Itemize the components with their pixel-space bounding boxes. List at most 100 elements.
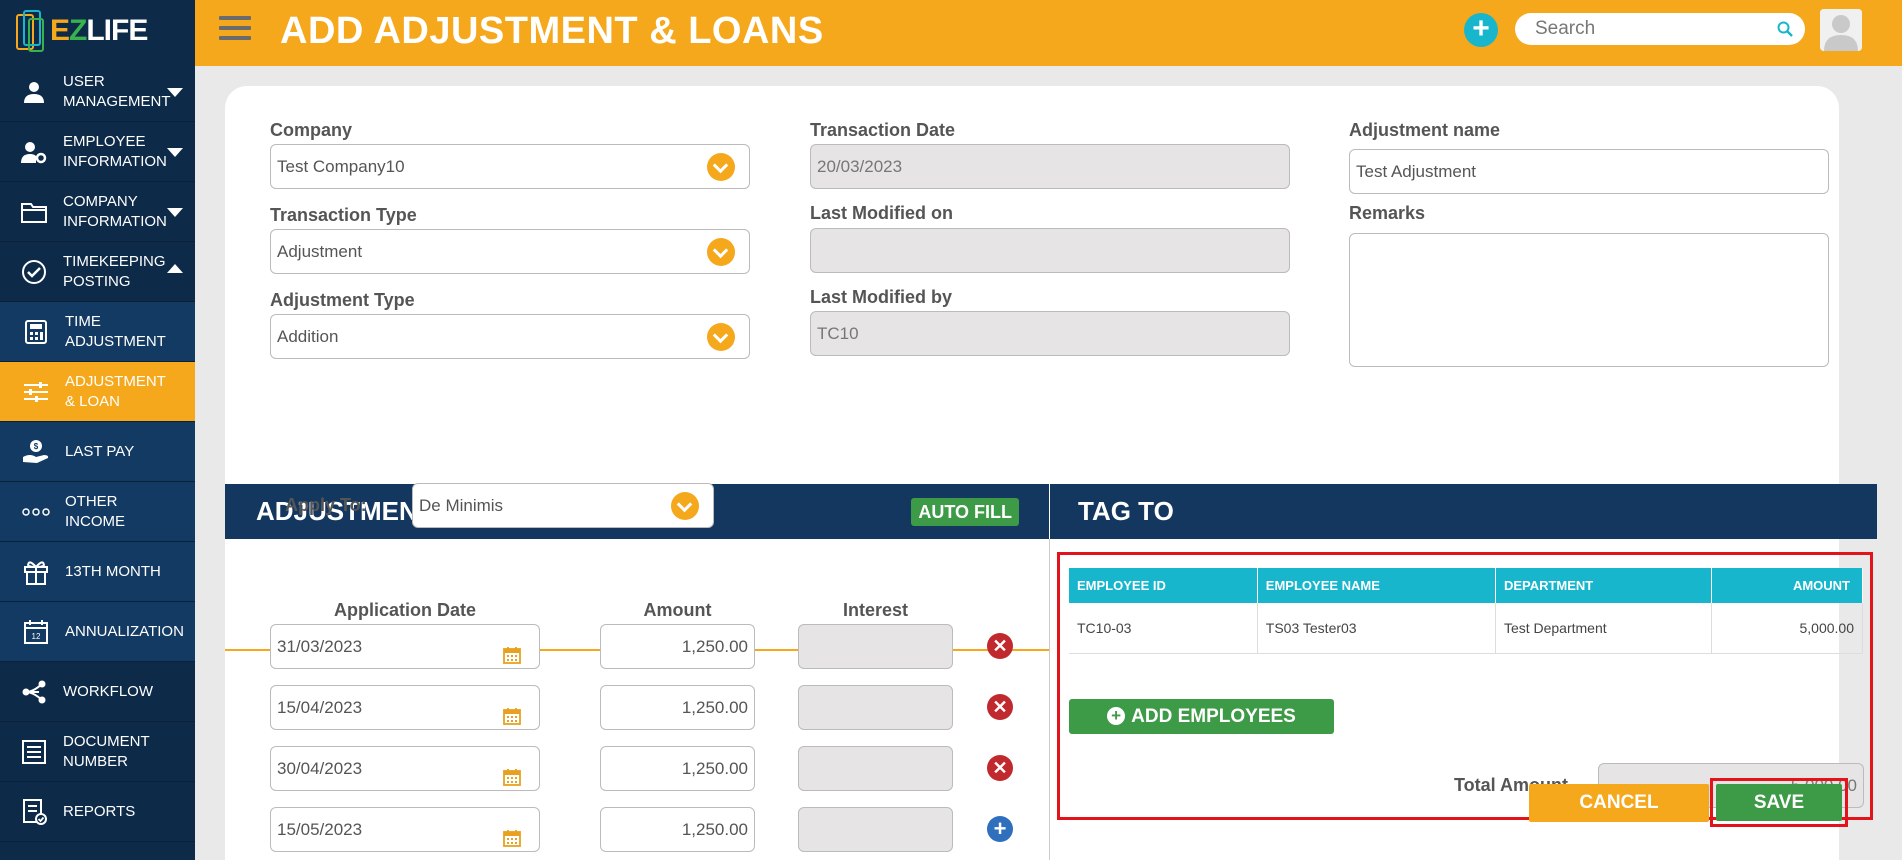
sidebar-item-workflow[interactable]: WORKFLOW xyxy=(0,662,195,722)
application-date-input[interactable]: 15/04/2023 xyxy=(270,685,540,730)
app-logo[interactable]: EZLIFE xyxy=(0,0,195,62)
sidebar-item-label: REPORTS xyxy=(63,802,136,820)
interest-header: Interest xyxy=(842,600,909,620)
employee-table: EMPLOYEE ID EMPLOYEE NAME DEPARTMENT AMOUNT… xyxy=(1069,568,1863,654)
adjustment-type-label: Adjustment Type xyxy=(270,290,415,310)
table-row[interactable]: TC10-03 TS03 Tester03 Test Department 5,000… xyxy=(1069,603,1863,654)
sidebar-item-label: LAST PAY xyxy=(65,442,135,460)
sidebar-item-label: ANNUALIZATION xyxy=(65,622,184,640)
sidebar-item-13th-month[interactable]: 13TH MONTH xyxy=(0,542,195,602)
save-button[interactable]: SAVE xyxy=(1716,784,1842,821)
sidebar-item-document-number[interactable]: DOCUMENT NUMBER xyxy=(0,722,195,782)
column-header[interactable]: AMOUNT xyxy=(1711,568,1863,603)
chevron-down-icon[interactable] xyxy=(707,238,735,266)
sidebar-item-email[interactable]: EMAIL xyxy=(0,842,195,860)
add-row-icon[interactable]: + xyxy=(987,816,1013,842)
company-select[interactable]: Test Company10 xyxy=(270,144,750,189)
logo-text: EZLIFE xyxy=(50,14,148,47)
amount-input[interactable]: 1,250.00 xyxy=(600,807,755,852)
adjustment-type-select[interactable]: Addition xyxy=(270,314,750,359)
transaction-type-select[interactable]: Adjustment xyxy=(270,229,750,274)
column-header[interactable]: EMPLOYEE NAME xyxy=(1257,568,1496,603)
sidebar-item-annualization[interactable]: 12 ANNUALIZATION xyxy=(0,602,195,662)
remove-row-icon[interactable]: ✕ xyxy=(987,633,1013,659)
sidebar-item-user-management[interactable]: USER MANAGEMENT xyxy=(0,62,195,122)
avatar-icon xyxy=(1820,9,1862,51)
calendar-icon[interactable] xyxy=(503,759,521,786)
top-header: ADD ADJUSTMENT & LOANS + xyxy=(195,0,1902,66)
cancel-button[interactable]: CANCEL xyxy=(1529,784,1709,822)
application-date-input[interactable]: 31/03/2023 xyxy=(270,624,540,669)
share-icon xyxy=(20,678,48,706)
application-date-input[interactable]: 15/05/2023 xyxy=(270,807,540,852)
last-modified-by-field: TC10 xyxy=(810,311,1290,356)
remarks-label: Remarks xyxy=(1349,203,1426,223)
remove-row-icon[interactable]: ✕ xyxy=(987,755,1013,781)
amount-input[interactable]: 1,250.00 xyxy=(600,685,755,730)
interest-input xyxy=(798,624,953,669)
table-cell: Test Department xyxy=(1495,603,1713,654)
sidebar-item-company-information[interactable]: COMPANY INFORMATION xyxy=(0,182,195,242)
table-cell: 5,000.00 xyxy=(1711,603,1863,654)
caret-down-icon[interactable] xyxy=(167,208,183,217)
calendar-icon[interactable] xyxy=(503,820,521,847)
auto-fill-button[interactable]: AUTO FILL xyxy=(911,498,1019,526)
interest-input xyxy=(798,746,953,791)
sidebar-item-employee-information[interactable]: EMPLOYEE INFORMATION xyxy=(0,122,195,182)
calendar-icon[interactable] xyxy=(503,637,521,664)
sidebar-item-adjustment-loan[interactable]: ADJUSTMENT & LOAN xyxy=(0,362,195,422)
sidebar-item-last-pay[interactable]: $ LAST PAY xyxy=(0,422,195,482)
folder-icon xyxy=(20,198,48,226)
column-header[interactable]: DEPARTMENT xyxy=(1495,568,1713,603)
remarks-textarea[interactable] xyxy=(1349,233,1829,367)
remove-row-icon[interactable]: ✕ xyxy=(987,694,1013,720)
last-modified-on-field xyxy=(810,228,1290,273)
interest-input xyxy=(798,807,953,852)
sidebar-item-reports[interactable]: REPORTS xyxy=(0,782,195,842)
calendar-icon: 12 xyxy=(22,618,50,646)
search-input[interactable] xyxy=(1515,13,1755,45)
company-label: Company xyxy=(270,120,353,140)
amount-input[interactable]: 1,250.00 xyxy=(600,746,755,791)
list-icon xyxy=(20,738,48,766)
table-cell: TS03 Tester03 xyxy=(1257,603,1496,654)
last-modified-on-label: Last Modified on xyxy=(810,203,953,223)
apply-to-label: Apply To: xyxy=(285,495,367,515)
table-cell: TC10-03 xyxy=(1069,603,1258,654)
caret-down-icon[interactable] xyxy=(167,148,183,157)
application-date-header: Application Date xyxy=(333,600,476,620)
add-employees-button[interactable]: + ADD EMPLOYEES xyxy=(1069,699,1334,734)
application-date-input[interactable]: 30/04/2023 xyxy=(270,746,540,791)
sidebar-item-label: ADJUSTMENT & LOAN xyxy=(65,372,166,410)
check-circle-icon xyxy=(20,258,48,286)
user-icon xyxy=(20,78,48,106)
chevron-down-icon[interactable] xyxy=(671,492,699,520)
sliders-icon xyxy=(22,378,50,406)
menu-toggle-icon[interactable] xyxy=(219,16,251,44)
sidebar-item-other-income[interactable]: OTHER INCOME xyxy=(0,482,195,542)
sidebar-item-time-adjustment[interactable]: TIME ADJUSTMENT xyxy=(0,302,195,362)
apply-to-select[interactable]: De Minimis xyxy=(412,483,714,528)
transaction-date-label: Transaction Date xyxy=(810,120,956,140)
transaction-type-label: Transaction Type xyxy=(270,205,417,225)
hand-coin-icon: $ xyxy=(22,438,50,466)
plus-circle-icon[interactable]: + xyxy=(1464,13,1498,47)
calendar-icon[interactable] xyxy=(503,698,521,725)
sidebar-item-label: TIME ADJUSTMENT xyxy=(65,312,166,350)
svg-text:12: 12 xyxy=(32,632,41,641)
caret-down-icon[interactable] xyxy=(167,88,183,97)
column-divider xyxy=(1049,539,1050,860)
search-icon[interactable] xyxy=(1777,21,1793,37)
adjustment-name-input[interactable]: Test Adjustment xyxy=(1349,149,1829,194)
chevron-down-icon[interactable] xyxy=(707,153,735,181)
sidebar-item-label: 13TH MONTH xyxy=(65,562,161,580)
user-avatar[interactable] xyxy=(1820,9,1862,51)
amount-input[interactable]: 1,250.00 xyxy=(600,624,755,669)
sidebar-item-label: WORKFLOW xyxy=(63,682,153,700)
caret-up-icon[interactable] xyxy=(167,264,183,273)
sidebar: EZLIFE USER MANAGEMENT EMPLOYEE INFORMATI… xyxy=(0,0,195,860)
column-header[interactable]: EMPLOYEE ID xyxy=(1069,568,1258,603)
chevron-down-icon[interactable] xyxy=(707,323,735,351)
adjustment-name-label: Adjustment name xyxy=(1349,120,1501,140)
sidebar-item-timekeeping-posting[interactable]: TIMEKEEPING POSTING xyxy=(0,242,195,302)
